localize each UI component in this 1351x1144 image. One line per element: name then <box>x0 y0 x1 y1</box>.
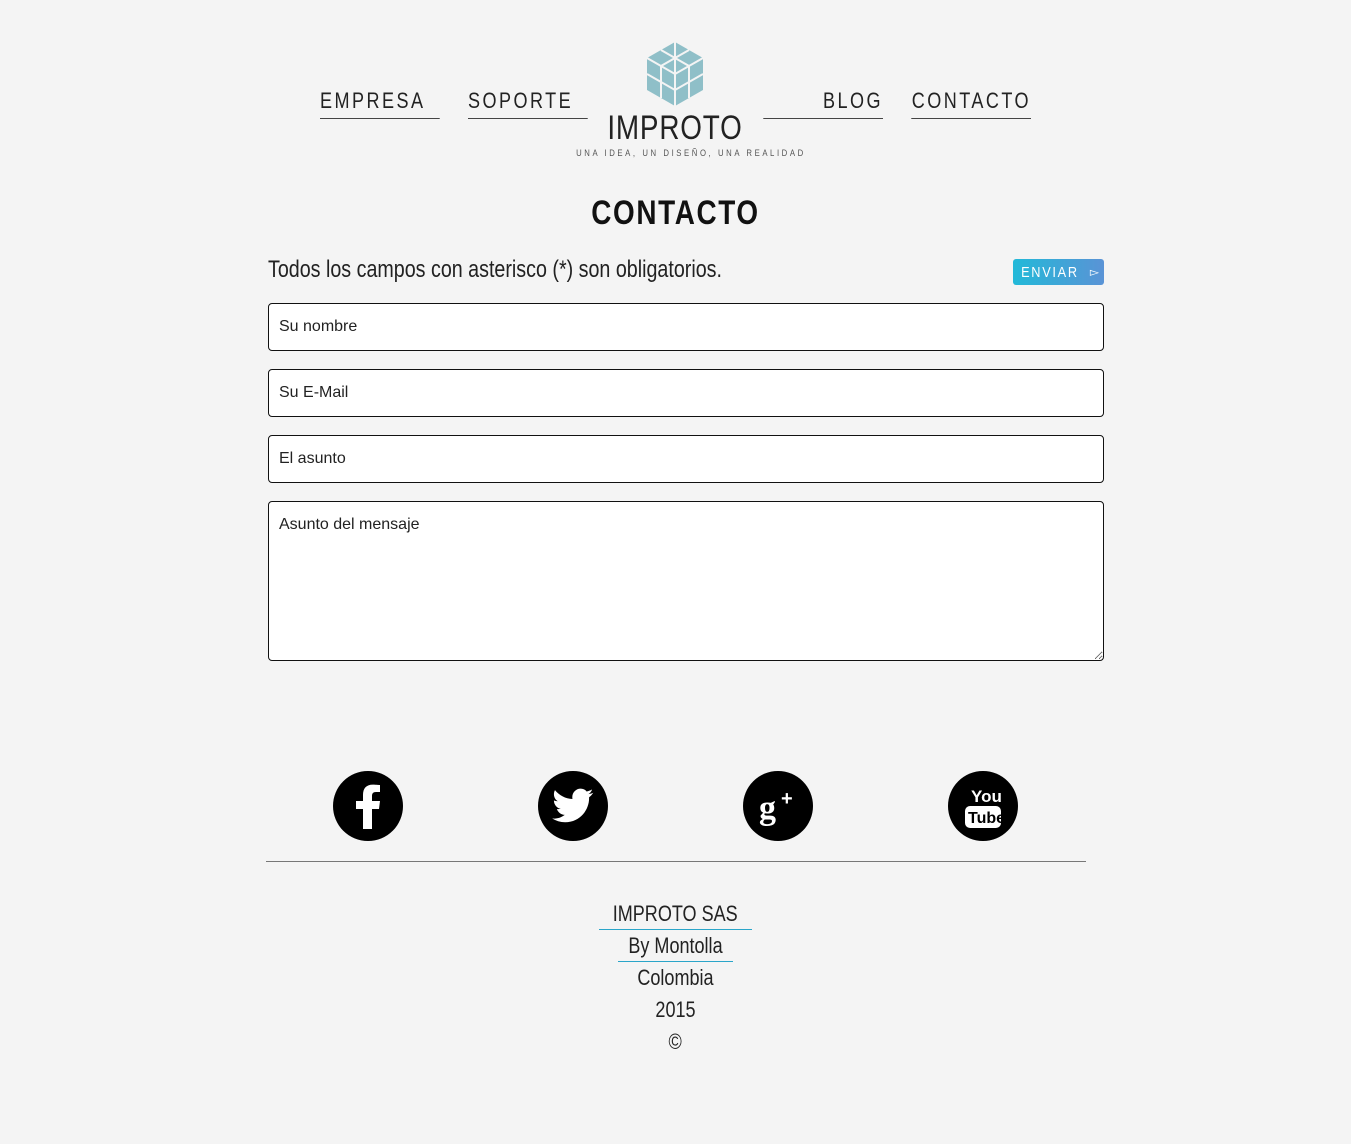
twitter-icon <box>552 788 594 823</box>
send-button-label: ENVIAR <box>1021 263 1079 281</box>
youtube-icon: You Tube <box>965 787 1003 828</box>
email-input[interactable] <box>268 369 1104 417</box>
svg-text:+: + <box>781 788 793 810</box>
company-link[interactable]: IMPROTO SAS <box>599 899 752 930</box>
message-textarea[interactable] <box>268 501 1104 661</box>
send-arrow-icon: ▻ <box>1089 265 1102 279</box>
svg-text:g: g <box>759 790 776 827</box>
footer-divider <box>266 861 1086 862</box>
twitter-link[interactable] <box>538 771 608 841</box>
svg-text:Tube: Tube <box>968 810 1003 827</box>
company-name: IMPROTO SAS <box>613 901 738 926</box>
subject-input[interactable] <box>268 435 1104 483</box>
author-link[interactable]: By Montolla <box>618 931 733 962</box>
author-name: By Montolla <box>628 933 723 958</box>
facebook-icon <box>356 784 380 829</box>
logo-cube-icon <box>646 42 704 106</box>
footer: IMPROTO SAS By Montolla Colombia 2015 © <box>0 898 1351 1058</box>
logo[interactable]: IMPROTO UNA IDEA, UN DISEÑO, UNA REALIDA… <box>560 40 806 160</box>
required-fields-notice: Todos los campos con asterisco (*) son o… <box>268 256 722 283</box>
send-button[interactable]: ENVIAR ▻ <box>1013 259 1104 285</box>
youtube-link[interactable]: You Tube <box>948 771 1018 841</box>
google-plus-link[interactable]: g + <box>743 771 813 841</box>
name-input[interactable] <box>268 303 1104 351</box>
page: EMPRESA SOPORTE IMPROTO UNA IDEA, UN DIS… <box>0 0 1351 1144</box>
copyright-symbol: © <box>668 1029 683 1054</box>
nav-link-empresa[interactable]: EMPRESA <box>320 86 440 119</box>
page-title: CONTACTO <box>591 194 760 232</box>
year-text: 2015 <box>655 997 696 1022</box>
nav-link-blog[interactable]: BLOG <box>763 86 883 119</box>
country-text: Colombia <box>637 965 714 990</box>
logo-tagline: UNA IDEA, UN DISEÑO, UNA REALIDAD <box>576 148 806 158</box>
logo-name: IMPROTO <box>607 109 743 147</box>
facebook-link[interactable] <box>333 771 403 841</box>
nav-link-contacto[interactable]: CONTACTO <box>911 86 1031 119</box>
google-plus-icon: g + <box>759 788 793 827</box>
svg-text:You: You <box>971 787 1002 806</box>
